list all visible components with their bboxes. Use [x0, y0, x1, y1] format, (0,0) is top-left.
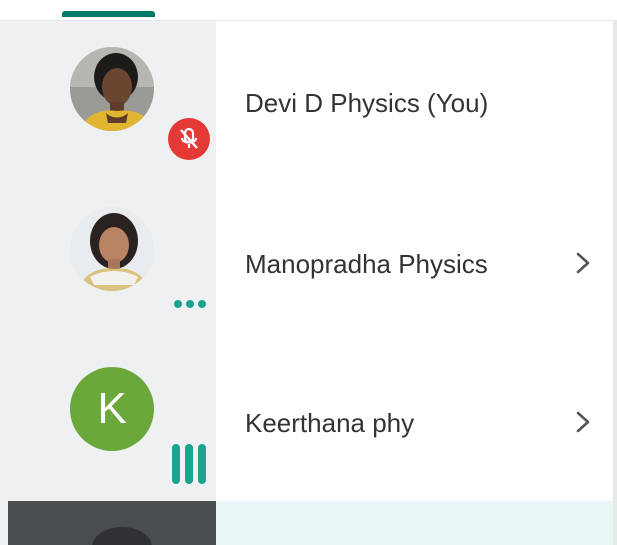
participant-row-keerthana[interactable]: K Keerthana phy	[0, 341, 613, 501]
scroll-edge	[613, 21, 617, 545]
participant-name: Manopradha Physics	[245, 249, 488, 279]
participant-row-partial[interactable]	[0, 501, 613, 545]
audio-bar	[172, 444, 180, 484]
participant-avatar-photo	[70, 207, 154, 291]
dot	[174, 300, 182, 308]
chevron-right-icon[interactable]	[574, 251, 592, 275]
participants-screen: Devi D Physics (You) Manopradha Physics …	[0, 0, 617, 545]
audio-bar	[198, 444, 206, 484]
participant-row-devi[interactable]: Devi D Physics (You)	[0, 21, 613, 181]
participant-avatar-letter: K	[70, 367, 154, 451]
active-tab-indicator[interactable]	[62, 11, 155, 17]
dot	[198, 300, 206, 308]
person-photo-icon	[70, 207, 154, 291]
participant-name: Devi D Physics (You)	[245, 88, 489, 118]
audio-level-icon	[172, 444, 206, 484]
participant-row-manopradha[interactable]: Manopradha Physics	[0, 181, 613, 341]
chevron-right-icon[interactable]	[574, 410, 592, 434]
avatar-column-highlight	[8, 501, 216, 545]
mic-off-icon	[168, 118, 210, 160]
row-highlight	[216, 501, 613, 545]
dot	[186, 300, 194, 308]
more-dots-icon	[174, 300, 206, 310]
participant-avatar-photo	[92, 527, 152, 545]
participant-name: Keerthana phy	[245, 408, 415, 438]
audio-bar	[185, 444, 193, 484]
participant-avatar-photo	[70, 47, 154, 131]
person-photo-icon	[70, 47, 154, 131]
tab-bar	[0, 0, 617, 21]
